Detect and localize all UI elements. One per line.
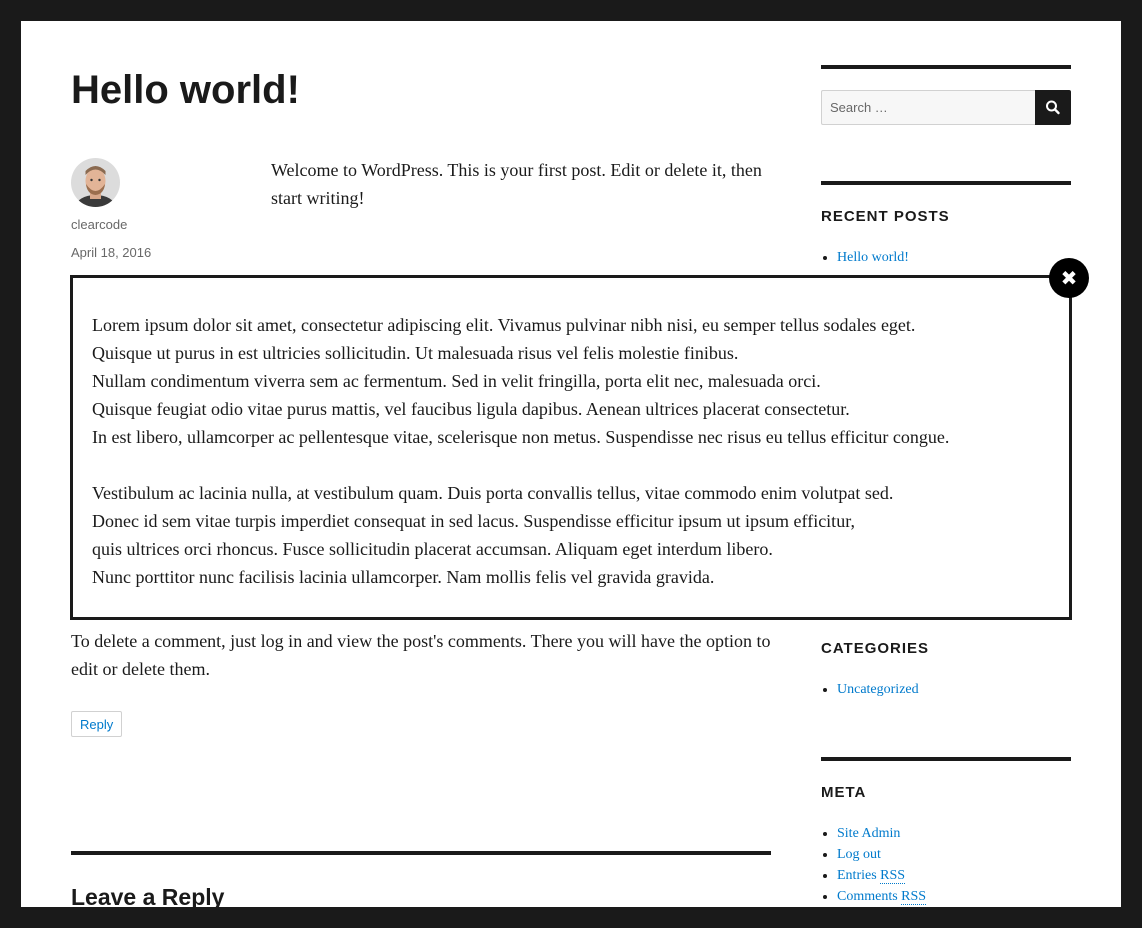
search-widget-divider (821, 65, 1071, 69)
popup-line: Vestibulum ac lacinia nulla, at vestibul… (92, 483, 894, 503)
author-name[interactable]: clearcode (71, 216, 127, 234)
popup-paragraph-1: Lorem ipsum dolor sit amet, consectetur … (92, 311, 949, 451)
entries-rss-abbr: RSS (880, 868, 906, 884)
list-item: Site Admin (837, 823, 1087, 844)
comments-rss-label: Comments (837, 889, 902, 904)
comments-rss-abbr: RSS (901, 889, 927, 905)
page: Hello world! clearcode April 18, 2016 We… (21, 21, 1121, 907)
post-excerpt: Welcome to WordPress. This is your first… (271, 160, 762, 208)
section-divider (71, 851, 771, 855)
popup-paragraph-2: Vestibulum ac lacinia nulla, at vestibul… (92, 479, 949, 591)
log-out-link[interactable]: Log out (837, 847, 881, 862)
close-icon[interactable]: ✖ (1049, 258, 1089, 298)
entries-rss-link[interactable]: Entries RSS (837, 868, 906, 884)
popup-line: Donec id sem vitae turpis imperdiet cons… (92, 511, 855, 531)
reply-button[interactable]: Reply (71, 711, 123, 737)
list-item: Log out (837, 844, 1087, 865)
categories-list: Uncategorized (821, 679, 1087, 700)
recent-posts-divider (821, 181, 1071, 185)
popup-dialog: Lorem ipsum dolor sit amet, consectetur … (70, 275, 1072, 620)
search-input[interactable] (821, 90, 1035, 125)
popup-line: Lorem ipsum dolor sit amet, consectetur … (92, 315, 916, 335)
list-item: Hello world! (837, 247, 1087, 268)
entries-rss-label: Entries (837, 868, 881, 883)
search-icon (1046, 100, 1060, 115)
popup-line: Nunc porttitor nunc facilisis lacinia ul… (92, 567, 715, 587)
list-item: Uncategorized (837, 679, 1087, 700)
recent-posts-title: RECENT POSTS (821, 208, 950, 225)
popup-line: quis ultrices orci rhoncus. Fusce sollic… (92, 539, 773, 559)
post-date[interactable]: April 18, 2016 (71, 244, 151, 262)
list-item: Comments RSS (837, 886, 1087, 907)
categories-title: CATEGORIES (821, 640, 930, 657)
author-avatar[interactable] (71, 158, 120, 207)
meta-divider (821, 757, 1071, 761)
popup-line: Nullam condimentum viverra sem ac fermen… (92, 371, 821, 391)
comments-rss-link[interactable]: Comments RSS (837, 889, 927, 905)
popup-line: Quisque feugiat odio vitae purus mattis,… (92, 399, 850, 419)
recent-post-link[interactable]: Hello world! (837, 250, 909, 265)
popup-body: Lorem ipsum dolor sit amet, consectetur … (92, 311, 949, 591)
list-item: Entries RSS (837, 865, 1087, 886)
search-button[interactable] (1035, 90, 1071, 125)
post-title[interactable]: Hello world! (71, 65, 300, 115)
category-link[interactable]: Uncategorized (837, 682, 919, 697)
popup-line: Quisque ut purus in est ultricies sollic… (92, 343, 739, 363)
recent-posts-list: Hello world! (821, 247, 1087, 268)
meta-list: Site Admin Log out Entries RSS Comments … (821, 823, 1087, 907)
site-admin-link[interactable]: Site Admin (837, 826, 900, 841)
popup-line: In est libero, ullamcorper ac pellentesq… (92, 427, 950, 447)
leave-reply-heading: Leave a Reply (71, 884, 225, 907)
meta-title: META (821, 784, 867, 801)
comment-text: To delete a comment, just log in and vie… (71, 631, 771, 679)
avatar-image (71, 158, 120, 207)
